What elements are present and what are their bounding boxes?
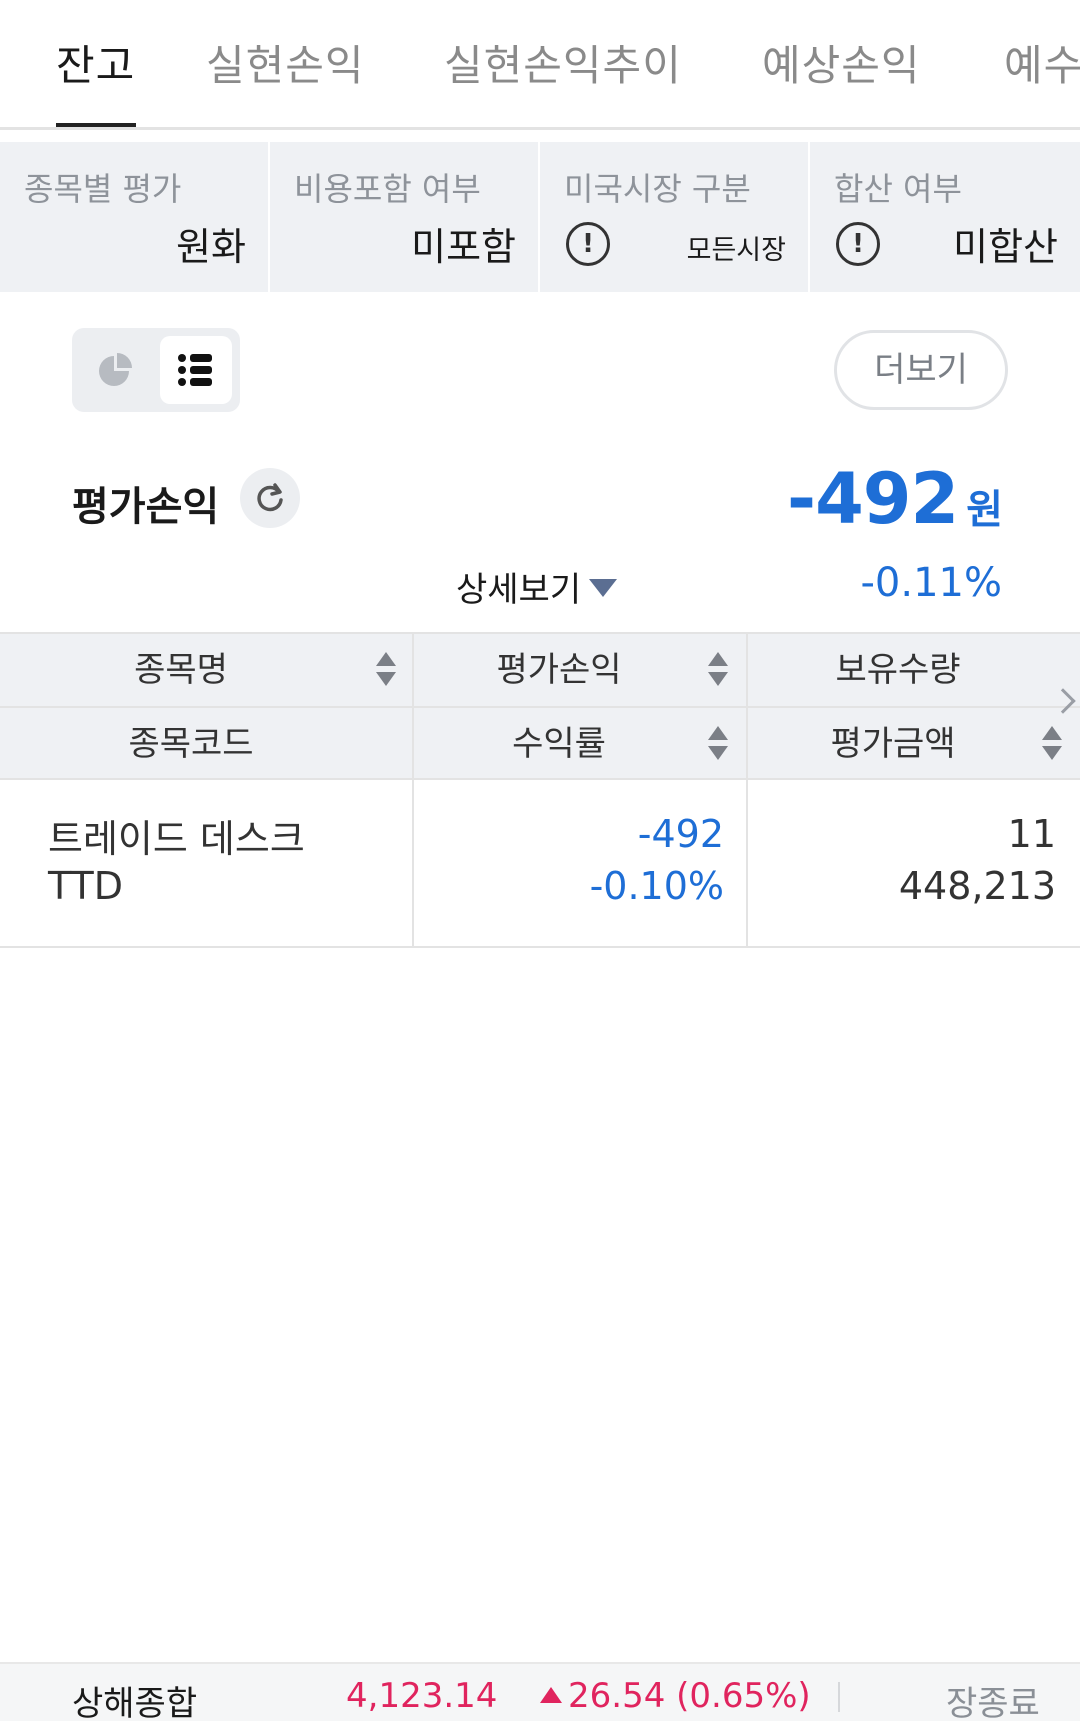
eval-pnl-value: -492: [787, 458, 959, 540]
filter-value: 미포함: [411, 225, 516, 269]
filter-us-market[interactable]: 미국시장 구분 ! 모든시장: [540, 142, 810, 292]
tab-deposit[interactable]: 예수: [1004, 32, 1080, 93]
eval-pnl-rate: -0.11%: [860, 560, 1002, 606]
detail-view-toggle[interactable]: 상세보기: [456, 562, 618, 611]
more-button[interactable]: 더보기: [834, 330, 1008, 410]
header-eval-pnl[interactable]: 평가손익: [412, 634, 746, 706]
pie-chart-view-button[interactable]: [80, 336, 152, 404]
header-quantity[interactable]: 보유수량: [746, 634, 1080, 706]
info-icon[interactable]: !: [566, 222, 610, 266]
filter-bar: 종목별 평가 원화 비용포함 여부 미포함 미국시장 구분 ! 모든시장 합산 …: [0, 142, 1080, 292]
stock-code: TTD: [48, 864, 124, 908]
sort-icon[interactable]: [708, 726, 728, 762]
tab-bar: 잔고 실현손익 실현손익추이 예상손익 예수: [0, 0, 1080, 130]
currency-unit: 원: [966, 487, 1003, 533]
table-row[interactable]: 트레이드 데스크 TTD -492 -0.10% 11 448,213: [0, 780, 1080, 948]
filter-label: 미국시장 구분: [564, 170, 751, 208]
header-stock-code[interactable]: 종목코드: [0, 708, 412, 780]
holdings-table: 종목명 평가손익 보유수량 종목코드 수익률 평가금액 트레이드 데스크 TTD…: [0, 632, 1080, 948]
sort-icon[interactable]: [376, 652, 396, 688]
index-price: 4,123.14: [346, 1676, 498, 1716]
active-tab-indicator: [56, 123, 136, 127]
up-triangle-icon: [540, 1687, 562, 1703]
filter-label: 비용포함 여부: [294, 170, 481, 208]
sort-icon[interactable]: [708, 652, 728, 688]
market-ticker[interactable]: 상해종합 4,123.14 26.54 (0.65%) 장종료: [0, 1662, 1080, 1721]
table-header: 종목명 평가손익 보유수량 종목코드 수익률 평가금액: [0, 632, 1080, 782]
filter-include-fees[interactable]: 비용포함 여부 미포함: [270, 142, 540, 292]
row-eval-pnl: -492: [637, 812, 724, 856]
filter-value: 원화: [176, 225, 246, 269]
header-eval-amount[interactable]: 평가금액: [746, 708, 1080, 780]
index-name: 상해종합: [72, 1684, 198, 1721]
eval-pnl-label: 평가손익: [72, 484, 220, 530]
filter-value: 미합산: [953, 225, 1058, 269]
refresh-icon: [257, 483, 283, 512]
caret-down-icon: [589, 579, 618, 597]
header-stock-name[interactable]: 종목명: [0, 634, 412, 706]
view-toggle: [72, 328, 240, 412]
stock-name: 트레이드 데스크: [48, 817, 305, 861]
row-eval-amount: 448,213: [898, 864, 1056, 908]
header-return-rate[interactable]: 수익률: [412, 708, 746, 780]
row-quantity: 11: [1007, 812, 1056, 856]
info-icon[interactable]: !: [836, 222, 880, 266]
list-view-button[interactable]: [160, 336, 232, 404]
index-change-value: 26.54 (0.65%): [568, 1676, 811, 1716]
pie-chart-icon: [99, 353, 132, 386]
divider: [838, 1682, 840, 1712]
row-return-rate: -0.10%: [589, 864, 724, 908]
market-status: 장종료: [946, 1684, 1040, 1721]
filter-label: 합산 여부: [834, 170, 962, 208]
refresh-button[interactable]: [240, 468, 300, 528]
detail-view-label: 상세보기: [456, 570, 582, 610]
tab-balance[interactable]: 잔고: [56, 32, 135, 93]
filter-value: 모든시장: [686, 235, 786, 266]
sort-icon[interactable]: [1042, 726, 1062, 762]
list-icon: [178, 354, 212, 386]
tab-realized-pnl[interactable]: 실현손익: [206, 32, 365, 93]
filter-aggregate[interactable]: 합산 여부 ! 미합산: [810, 142, 1080, 292]
index-change: 26.54 (0.65%): [540, 1676, 811, 1716]
filter-label: 종목별 평가: [24, 170, 182, 208]
filter-valuation-currency[interactable]: 종목별 평가 원화: [0, 142, 270, 292]
tab-realized-pnl-trend[interactable]: 실현손익추이: [444, 32, 682, 93]
tab-expected-pnl[interactable]: 예상손익: [762, 32, 921, 93]
eval-pnl-amount: -492 원: [787, 458, 1003, 540]
